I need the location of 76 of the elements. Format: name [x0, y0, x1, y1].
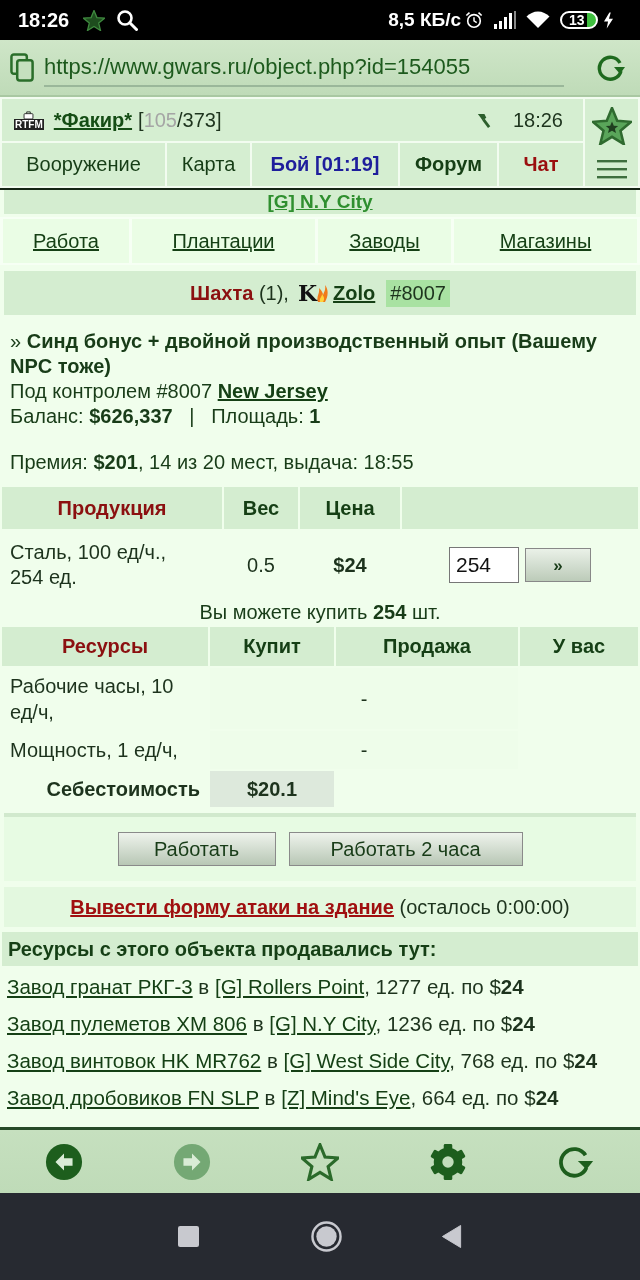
sale-entry: Завод пулеметов XM 806 в [G] N.Y City, 1236 ед. по $24	[7, 1011, 536, 1037]
bonus-text: » Синд бонус + двойной производственный опыт (Вашему NPC тоже)	[10, 329, 598, 379]
table-header: Продукция	[2, 487, 222, 529]
nav-tab[interactable]: Карта	[167, 143, 250, 186]
control-text: Под контролем #8007 New Jersey	[10, 379, 329, 404]
hammer-icon	[475, 111, 491, 129]
game-time: 18:26	[512, 108, 563, 132]
purchase-note: Вы можете купить 254 шт.	[198, 601, 442, 625]
nav-link[interactable]: Работа	[33, 229, 99, 253]
factory-link[interactable]: Завод винтовок HK MR762	[7, 1049, 262, 1072]
syndicate-link[interactable]: New Jersey	[217, 380, 328, 402]
flame-icon	[316, 284, 329, 302]
table-header: Продажа	[336, 627, 518, 666]
city-link[interactable]: [G] Rollers Point	[214, 975, 365, 998]
attack-note: Вывести форму атаки на здание (осталось 0:00:00)	[70, 895, 570, 919]
star-icon[interactable]	[591, 106, 632, 145]
network-speed: 8,5 КБ/с	[388, 9, 461, 31]
wifi-icon	[526, 11, 550, 29]
work-button[interactable]: Работать	[117, 832, 276, 866]
charging-bolt-icon	[604, 11, 613, 29]
city-link[interactable]: [Z] Mind's Eye	[281, 1086, 411, 1109]
star-icon	[83, 9, 106, 31]
balance-text: Баланс: $626,337 | Площадь: 1	[10, 404, 322, 429]
table-header: Купит	[210, 627, 334, 666]
alarm-clock-icon	[465, 11, 483, 29]
resource-name: Рабочие часы, 10 ед/ч,	[9, 673, 175, 725]
weight-cell-text: 0.5	[246, 552, 276, 578]
factory-link[interactable]: Завод дробовиков FN SLP	[7, 1086, 259, 1109]
nav-link[interactable]: Заводы	[349, 229, 420, 253]
signal-icon	[494, 11, 516, 29]
sales-heading: Ресурсы с этого объекта продавались тут:	[2, 932, 638, 966]
buy-button[interactable]: »	[525, 548, 591, 582]
table-header: У вас	[520, 627, 638, 666]
menu-icon[interactable]	[596, 158, 627, 179]
table-header: Цена	[300, 487, 400, 529]
nav-tab[interactable]: Бой [01:19]	[252, 143, 398, 186]
nav-tab[interactable]: Форум	[400, 143, 497, 186]
nav-link[interactable]: Магазины	[499, 229, 592, 253]
clan-tag[interactable]: RTFM	[14, 118, 44, 130]
search-icon	[116, 9, 139, 31]
clock-time: 18:26	[18, 8, 70, 32]
attack-form-link[interactable]: Вывести форму атаки на здание	[70, 895, 394, 918]
object-title: Шахта (1),	[190, 281, 289, 305]
resource-name: Мощность, 1 ед/ч,	[9, 737, 179, 763]
product-name: Сталь, 100 ед/ч., 254 ед.	[9, 540, 168, 590]
price-cell-text: $24	[332, 552, 368, 578]
player-stats: [105/373]	[138, 108, 222, 132]
table-header: Ресурсы	[2, 627, 208, 666]
reload-icon[interactable]	[596, 53, 626, 82]
tabs-icon[interactable]	[10, 53, 35, 82]
nav-tab[interactable]: Чат	[499, 143, 583, 186]
nav-tab[interactable]: Вооружение	[2, 143, 165, 186]
player-name-link[interactable]: *Факир*	[53, 108, 133, 132]
sale-entry: Завод гранат РКГ-3 в [G] Rollers Point, 1277 ед. по $24	[7, 974, 525, 1000]
sale-entry: Завод дробовиков FN SLP в [Z] Mind's Eye, 664 ед. по $24	[7, 1085, 560, 1111]
nav-link[interactable]: Плантации	[172, 229, 275, 253]
city-link[interactable]: [G] N.Y City	[269, 1012, 376, 1035]
factory-link[interactable]: Завод пулеметов XM 806	[7, 1012, 247, 1035]
city-link[interactable]: [G] West Side City	[283, 1049, 450, 1072]
star-icon[interactable]	[301, 1142, 339, 1181]
syndicate-id-badge[interactable]: #8007	[386, 279, 450, 307]
quantity-input[interactable]: 254	[449, 547, 519, 583]
work-button[interactable]: Работать 2 часа	[288, 832, 523, 866]
cost-label: Себестоимость	[45, 776, 201, 802]
factory-link[interactable]: Завод гранат РКГ-3	[7, 975, 193, 998]
sale-entry: Завод винтовок HK MR762 в [G] West Side City, 768 ед. по $24	[7, 1048, 599, 1074]
home-icon[interactable]	[311, 1221, 342, 1252]
logo-letter: K	[297, 281, 318, 305]
battery-indicator: 13	[560, 11, 598, 29]
table-header: Вес	[224, 487, 298, 529]
premium-text: Премия: $201, 14 из 20 мест, выдача: 18:55	[10, 450, 415, 475]
bag-icon	[23, 110, 35, 119]
syndicate-link[interactable]: Zolo	[333, 281, 376, 305]
back-icon[interactable]	[442, 1225, 462, 1248]
cost-value: $20.1	[210, 771, 334, 807]
settings-icon[interactable]	[429, 1142, 467, 1181]
